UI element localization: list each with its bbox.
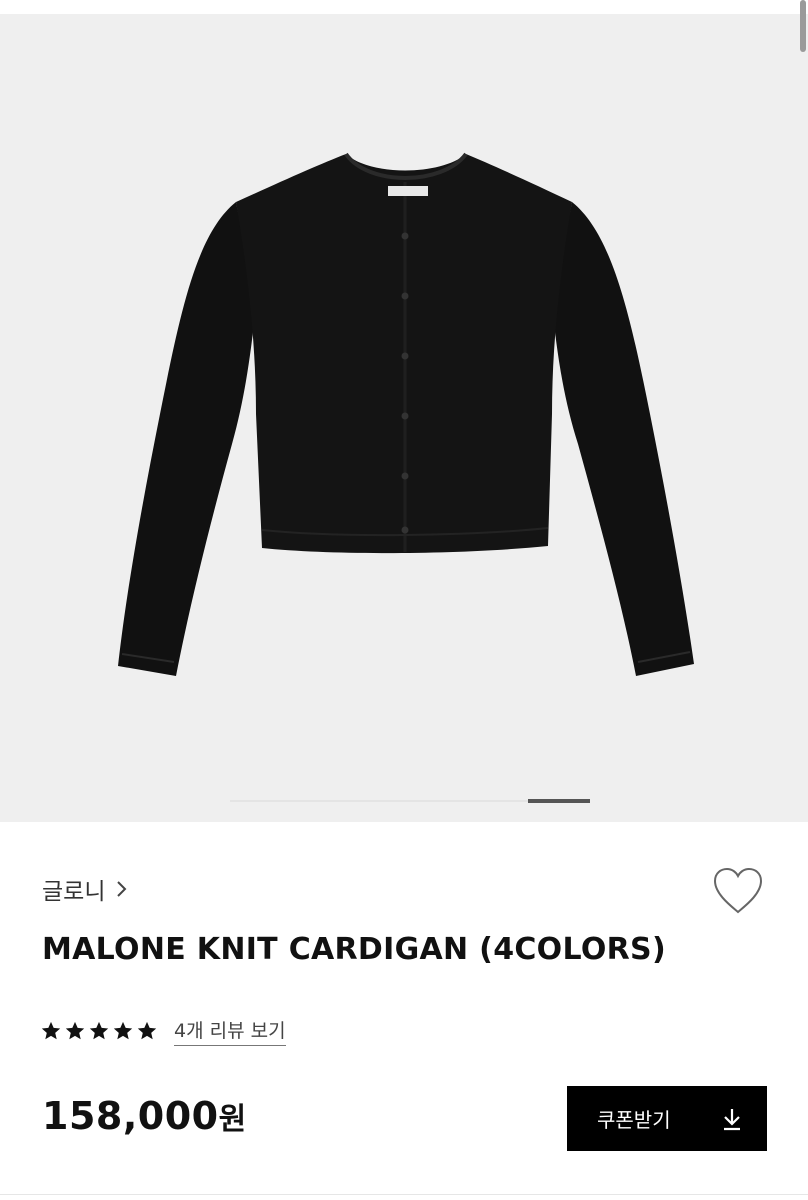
download-icon bbox=[724, 1108, 740, 1130]
star-icon bbox=[137, 1021, 157, 1040]
price-unit: 원 bbox=[218, 1102, 247, 1137]
star-icon bbox=[113, 1021, 133, 1040]
chevron-right-icon bbox=[117, 881, 127, 897]
star-icon bbox=[65, 1021, 85, 1040]
price-amount: 158,000 bbox=[42, 1094, 219, 1138]
scrollbar[interactable] bbox=[800, 0, 806, 52]
product-title: MALONE KNIT CARDIGAN (4COLORS) bbox=[42, 932, 666, 967]
cardigan-image bbox=[118, 152, 694, 676]
top-strip bbox=[0, 0, 808, 14]
star-icon bbox=[41, 1021, 61, 1040]
star-icon bbox=[89, 1021, 109, 1040]
gallery-pager-indicator[interactable] bbox=[528, 799, 590, 803]
brand-name[interactable]: 글로니 bbox=[42, 872, 105, 906]
review-link[interactable]: 4개 리뷰 보기 bbox=[174, 1016, 286, 1046]
coupon-button[interactable]: 쿠폰받기 bbox=[567, 1086, 767, 1151]
heart-outline-icon[interactable] bbox=[711, 866, 765, 916]
product-price: 158,000원 bbox=[42, 1094, 247, 1138]
brand-link[interactable]: 글로니 bbox=[42, 872, 129, 906]
rating-row: 4개 리뷰 보기 bbox=[40, 1016, 286, 1046]
bottom-divider bbox=[0, 1194, 808, 1195]
coupon-label: 쿠폰받기 bbox=[597, 1108, 671, 1132]
rating-stars bbox=[40, 1020, 158, 1042]
product-image-gallery[interactable] bbox=[0, 14, 808, 822]
